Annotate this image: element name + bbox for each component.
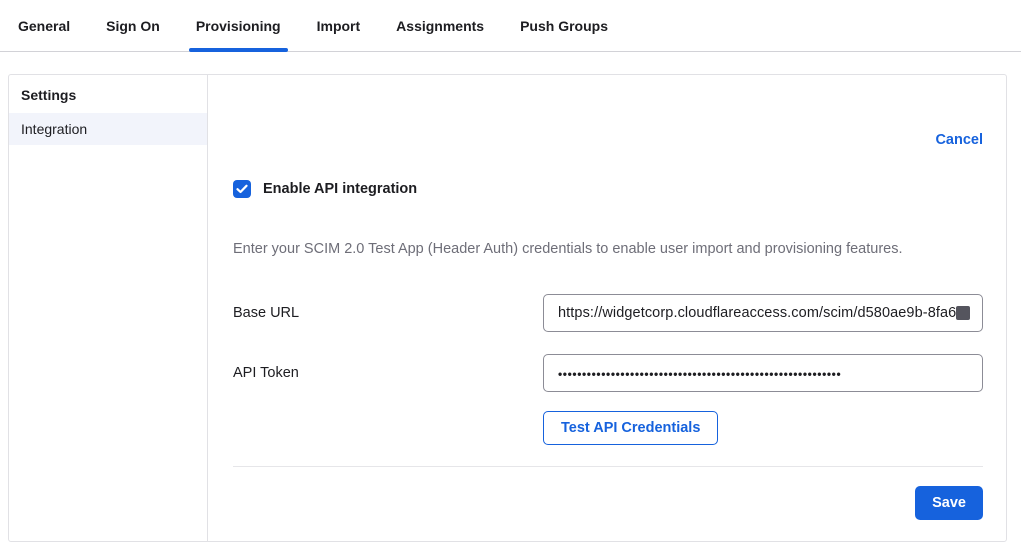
footer-divider	[233, 466, 983, 467]
tab-push-groups[interactable]: Push Groups	[513, 0, 615, 51]
test-api-credentials-button[interactable]: Test API Credentials	[543, 411, 718, 445]
cancel-button[interactable]: Cancel	[935, 132, 983, 148]
tab-provisioning[interactable]: Provisioning	[189, 0, 288, 51]
api-token-row: API Token	[233, 354, 983, 392]
enable-api-label: Enable API integration	[263, 181, 417, 197]
tab-label: Import	[317, 18, 361, 34]
tab-label: Assignments	[396, 18, 484, 34]
base-url-value: https://widgetcorp.cloudflareaccess.com/…	[558, 305, 956, 321]
tab-label: General	[18, 18, 70, 34]
api-token-input[interactable]	[543, 354, 983, 392]
sidebar-header-settings: Settings	[9, 75, 207, 113]
base-url-row: Base URL https://widgetcorp.cloudflareac…	[233, 294, 983, 332]
tab-label: Provisioning	[196, 18, 281, 34]
app-tab-bar: General Sign On Provisioning Import Assi…	[0, 0, 1021, 52]
cancel-row: Cancel	[233, 131, 983, 149]
tab-import[interactable]: Import	[310, 0, 368, 51]
tab-label: Push Groups	[520, 18, 608, 34]
save-button[interactable]: Save	[915, 486, 983, 520]
sidebar-item-integration[interactable]: Integration	[9, 113, 207, 145]
api-token-label: API Token	[233, 365, 543, 381]
tab-assignments[interactable]: Assignments	[389, 0, 491, 51]
tab-general[interactable]: General	[11, 0, 77, 51]
test-credentials-row: Test API Credentials	[233, 411, 983, 445]
active-tab-underline	[189, 48, 288, 52]
enable-api-checkbox[interactable]	[233, 180, 251, 198]
checkmark-icon	[236, 184, 248, 194]
tab-label: Sign On	[106, 18, 160, 34]
settings-sidebar: Settings Integration	[9, 75, 208, 541]
enable-api-row: Enable API integration	[233, 180, 983, 198]
save-row: Save	[233, 486, 983, 520]
integration-settings-content: Cancel Enable API integration Enter your…	[208, 75, 1006, 541]
provisioning-panel: Settings Integration Cancel Enable API i…	[8, 74, 1007, 542]
credentials-description: Enter your SCIM 2.0 Test App (Header Aut…	[233, 241, 983, 257]
base-url-input[interactable]: https://widgetcorp.cloudflareaccess.com/…	[543, 294, 983, 332]
base-url-label: Base URL	[233, 305, 543, 321]
tab-sign-on[interactable]: Sign On	[99, 0, 167, 51]
clipped-text-block-icon	[956, 306, 970, 320]
